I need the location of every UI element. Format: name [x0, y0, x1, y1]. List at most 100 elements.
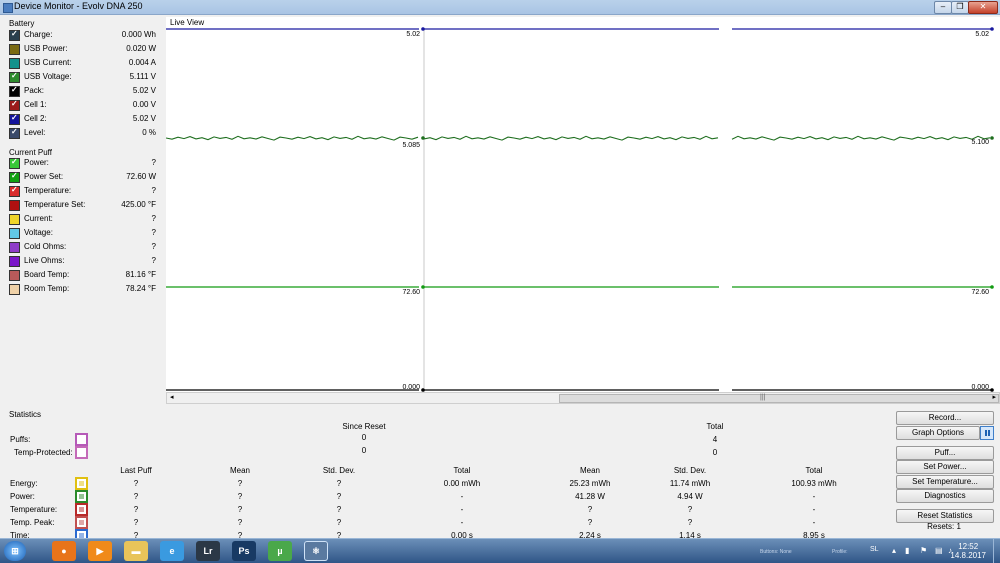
board-temp-checkbox[interactable] — [9, 270, 20, 281]
power-checkbox[interactable] — [9, 157, 20, 169]
temperature-set-checkbox[interactable] — [9, 200, 20, 211]
stat-row-label: Power: — [10, 492, 35, 501]
pack-value-label-left: 5.02 — [406, 31, 420, 38]
show-desktop-button[interactable] — [993, 539, 1000, 563]
flag-icon[interactable]: ⚑ — [920, 546, 927, 555]
current-checkbox[interactable] — [9, 214, 20, 225]
utorrent-icon[interactable]: µ — [268, 541, 292, 561]
cell-2-value: 5.02 V — [132, 114, 156, 123]
stat-cell: ? — [587, 505, 593, 514]
usb-voltage-series-0 — [165, 135, 419, 141]
current_puff-row-power: Power:? — [8, 157, 156, 171]
cell-1-checkbox[interactable] — [9, 99, 20, 111]
puffs-checkbox[interactable] — [75, 433, 88, 446]
scroll-left-arrow-icon[interactable]: ◂ — [170, 393, 174, 401]
ie-icon[interactable]: e — [160, 541, 184, 561]
level-label: Level: — [24, 128, 46, 137]
usb-current-label: USB Current: — [24, 58, 72, 67]
firefox-icon[interactable]: ● — [52, 541, 76, 561]
graph-options-button[interactable]: Graph Options — [896, 426, 980, 440]
voltage-checkbox[interactable] — [9, 228, 20, 239]
current_puff-row-board-temp: Board Temp: 81.16 °F — [8, 269, 156, 283]
usb-current-value: 0.004 A — [128, 58, 156, 67]
power-label: Power: — [24, 158, 49, 167]
folder-icon[interactable]: ▬ — [124, 541, 148, 561]
puff-button[interactable]: Puff... — [896, 446, 994, 460]
stat-cell: ? — [237, 492, 243, 501]
cell-2-checkbox[interactable] — [9, 113, 20, 125]
scrollbar-thumb[interactable]: ||| — [559, 394, 999, 403]
minimize-button[interactable]: – — [934, 1, 952, 14]
stat-row-label: Energy: — [10, 479, 38, 488]
stat-cell: ? — [237, 505, 243, 514]
stat-cell: 100.93 mWh — [791, 479, 837, 488]
diagnostics-button[interactable]: Diagnostics — [896, 489, 994, 503]
charge-value: 0.000 Wh — [121, 30, 156, 39]
chart-horizontal-scrollbar[interactable]: ◂ ||| ▸ — [166, 392, 1000, 404]
resets-count: Resets: 1 — [927, 522, 961, 531]
battery-row-usb-power: USB Power: 0.020 W — [8, 43, 156, 57]
live-ohms-checkbox[interactable] — [9, 256, 20, 267]
usb-voltage-checkbox[interactable] — [9, 71, 20, 83]
usb-voltage-label: USB Voltage: — [24, 72, 72, 81]
scroll-right-arrow-icon[interactable]: ▸ — [992, 393, 996, 401]
device-monitor-icon[interactable]: ⚛ — [304, 541, 328, 561]
temp-protected-total: 0 — [712, 448, 718, 457]
media-player-icon[interactable]: ▶ — [88, 541, 112, 561]
tray-expand-icon[interactable]: ▴ — [892, 546, 896, 555]
record-button[interactable]: Record... — [896, 411, 994, 425]
current_puff-row-power-set: Power Set: 72.60 W — [8, 171, 156, 185]
usb-power-checkbox[interactable] — [9, 44, 20, 55]
app-icon — [3, 3, 13, 13]
charge-label: Charge: — [24, 30, 53, 39]
total-header: Total — [706, 422, 724, 431]
pack-checkbox[interactable] — [9, 85, 20, 97]
current_puff-row-voltage: Voltage:? — [8, 227, 156, 241]
level-checkbox[interactable] — [9, 127, 20, 139]
room-temp-label: Room Temp: — [24, 284, 70, 293]
checkbox-fill — [79, 507, 84, 512]
checkbox-fill — [79, 520, 84, 525]
usb-power-value: 0.020 W — [126, 44, 156, 53]
zero-label-left: 0.000 — [402, 384, 420, 391]
column-header-1: Mean — [229, 466, 250, 475]
current_puff-row-current: Current:? — [8, 213, 156, 227]
stat-cell: 0.00 mWh — [443, 479, 481, 488]
stat-cell: - — [812, 505, 816, 514]
stat-cell: - — [460, 518, 464, 527]
room-temp-checkbox[interactable] — [9, 284, 20, 295]
network-icon[interactable]: ▤ — [935, 546, 943, 555]
power-icon[interactable]: ▮ — [905, 546, 909, 555]
start-button[interactable]: ⊞ — [4, 541, 26, 561]
temperature-label: Temperature: — [24, 186, 72, 195]
clock[interactable]: 12:52 14.8.2017 — [950, 542, 986, 560]
since-reset-header: Since Reset — [342, 422, 386, 431]
title-bar: Device Monitor - Evolv DNA 250 – ❐ ✕ — [0, 0, 1000, 15]
power-set-value: 72.60 W — [126, 172, 156, 181]
lightroom-icon[interactable]: Lr — [196, 541, 220, 561]
power-set-label: Power Set: — [24, 172, 64, 181]
usb-voltage-point-1 — [990, 136, 994, 140]
charge-checkbox[interactable] — [9, 29, 20, 41]
language-indicator[interactable]: SL — [870, 546, 879, 553]
temp-protected-label: Temp-Protected: — [14, 448, 73, 457]
maximize-button[interactable]: ❐ — [951, 1, 969, 14]
photoshop-icon[interactable]: Ps — [232, 541, 256, 561]
stat-cell: 11.74 mWh — [669, 479, 711, 488]
reset-statistics-button[interactable]: Reset Statistics — [896, 509, 994, 523]
pause-icon[interactable] — [980, 426, 994, 440]
board-temp-value: 81.16 °F — [125, 270, 156, 279]
power-set-checkbox[interactable] — [9, 171, 20, 183]
live-view-chart[interactable]: 5.02 5.02 5.085 5.100 72.60 72.60 0.000 … — [165, 17, 1000, 392]
temp-protected-checkbox[interactable] — [75, 446, 88, 459]
set-temperature-button[interactable]: Set Temperature... — [896, 475, 994, 489]
close-button[interactable]: ✕ — [968, 1, 998, 14]
current_puff-row-temperature: Temperature:? — [8, 185, 156, 199]
board-temp-label: Board Temp: — [24, 270, 70, 279]
cold-ohms-checkbox[interactable] — [9, 242, 20, 253]
temperature-checkbox[interactable] — [9, 185, 20, 197]
usb-current-checkbox[interactable] — [9, 58, 20, 69]
level-value: 0 % — [142, 128, 156, 137]
set-power-button[interactable]: Set Power... — [896, 460, 994, 474]
stat-cell: ? — [587, 518, 593, 527]
